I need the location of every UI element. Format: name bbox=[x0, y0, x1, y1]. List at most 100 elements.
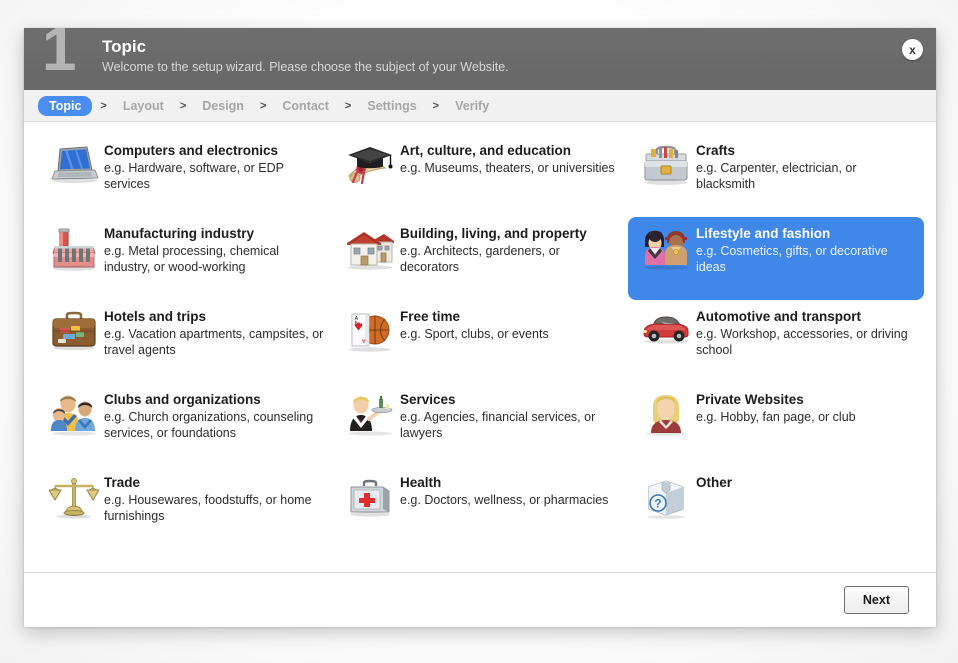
topic-card[interactable]: Building, living, and property e.g. Archi… bbox=[332, 217, 628, 300]
topic-text: Building, living, and property e.g. Archi… bbox=[398, 225, 620, 275]
topic-description: e.g. Metal processing, chemical industry… bbox=[104, 244, 280, 274]
topic-title: Health bbox=[400, 475, 442, 490]
topic-description: e.g. Cosmetics, gifts, or decorative ide… bbox=[696, 244, 888, 274]
topic-grid: Computers and electronics e.g. Hardware, … bbox=[36, 134, 924, 549]
topic-text: Services e.g. Agencies, financial service… bbox=[398, 391, 620, 441]
topic-description: e.g. Museums, theaters, or universities bbox=[400, 161, 615, 175]
topic-card[interactable]: Private Websites e.g. Hobby, fan page, or… bbox=[628, 383, 924, 466]
scales-balance-icon bbox=[46, 474, 102, 528]
breadcrumb-step-settings[interactable]: Settings bbox=[359, 97, 424, 115]
houses-icon bbox=[342, 225, 398, 279]
topic-card[interactable]: Services e.g. Agencies, financial service… bbox=[332, 383, 628, 466]
topic-text: Health e.g. Doctors, wellness, or pharmac… bbox=[398, 474, 620, 508]
close-button[interactable]: x bbox=[902, 39, 923, 60]
topic-text: Manufacturing industry e.g. Metal process… bbox=[102, 225, 324, 275]
breadcrumb-step-topic[interactable]: Topic bbox=[38, 95, 93, 116]
topic-description: e.g. Workshop, accessories, or driving s… bbox=[696, 327, 908, 357]
topic-list-body: Computers and electronics e.g. Hardware, … bbox=[24, 122, 936, 572]
topic-title: Automotive and transport bbox=[696, 309, 862, 324]
svg-text:?: ? bbox=[654, 499, 661, 511]
topic-description: e.g. Church organizations, counseling se… bbox=[104, 410, 314, 440]
topic-text: Art, culture, and education e.g. Museums,… bbox=[398, 142, 620, 176]
topic-description: e.g. Carpenter, electrician, or blacksmi… bbox=[696, 161, 857, 191]
svg-text:A: A bbox=[362, 337, 366, 343]
topic-card[interactable]: Computers and electronics e.g. Hardware, … bbox=[36, 134, 332, 217]
topic-card[interactable]: Hotels and trips e.g. Vacation apartments… bbox=[36, 300, 332, 383]
topic-card[interactable]: Health e.g. Doctors, wellness, or pharmac… bbox=[332, 466, 628, 549]
topic-card[interactable]: A ♦ A Free time e.g. Sport, clubs, or eve… bbox=[332, 300, 628, 383]
topic-title: Private Websites bbox=[696, 392, 804, 407]
topic-description: e.g. Agencies, financial services, or la… bbox=[400, 410, 596, 440]
graduation-cap-diploma-icon bbox=[342, 142, 398, 196]
woman-portrait-icon bbox=[638, 391, 694, 445]
topic-title: Hotels and trips bbox=[104, 309, 207, 324]
playing-card-basketball-icon: A ♦ A bbox=[342, 308, 398, 362]
topic-card[interactable]: Clubs and organizations e.g. Church organ… bbox=[36, 383, 332, 466]
dialog-titlebar: 1 Topic Welcome to the setup wizard. Ple… bbox=[24, 28, 936, 90]
page-title: Topic bbox=[102, 37, 147, 56]
toolbox-icon bbox=[638, 142, 694, 196]
breadcrumb-step-layout[interactable]: Layout bbox=[115, 97, 172, 115]
topic-card[interactable]: Manufacturing industry e.g. Metal process… bbox=[36, 217, 332, 300]
topic-title: Services bbox=[400, 392, 456, 407]
suitcase-icon bbox=[46, 308, 102, 362]
topic-card[interactable]: ? Other bbox=[628, 466, 924, 549]
breadcrumb-separator: > bbox=[432, 99, 440, 112]
topic-text: Lifestyle and fashion e.g. Cosmetics, gif… bbox=[694, 225, 916, 275]
topic-description: e.g. Vacation apartments, campsites, or … bbox=[104, 327, 324, 357]
group-of-people-icon bbox=[46, 391, 102, 445]
breadcrumb-separator: > bbox=[179, 99, 187, 112]
topic-title: Free time bbox=[400, 309, 461, 324]
question-box-icon: ? bbox=[638, 474, 694, 528]
car-icon bbox=[638, 308, 694, 362]
topic-card[interactable]: Trade e.g. Housewares, foodstuffs, or hom… bbox=[36, 466, 332, 549]
topic-description: e.g. Housewares, foodstuffs, or home fur… bbox=[104, 493, 312, 523]
topic-title: Crafts bbox=[696, 143, 736, 158]
topic-title: Other bbox=[696, 475, 733, 490]
topic-title: Computers and electronics bbox=[104, 143, 279, 158]
close-icon: x bbox=[909, 42, 916, 57]
svg-text:♦: ♦ bbox=[355, 320, 358, 326]
breadcrumb: Topic > Layout > Design > Contact > Settings > Ver… bbox=[24, 90, 936, 122]
topic-title: Manufacturing industry bbox=[104, 226, 255, 241]
first-aid-kit-icon bbox=[342, 474, 398, 528]
breadcrumb-separator: > bbox=[344, 99, 352, 112]
two-people-fashion-icon bbox=[638, 225, 694, 279]
dialog-footer: Next bbox=[24, 572, 936, 627]
factory-icon bbox=[46, 225, 102, 279]
topic-card[interactable]: Automotive and transport e.g. Workshop, a… bbox=[628, 300, 924, 383]
topic-text: Automotive and transport e.g. Workshop, a… bbox=[694, 308, 916, 358]
step-number: 1 bbox=[42, 28, 77, 84]
topic-text: Free time e.g. Sport, clubs, or events bbox=[398, 308, 620, 342]
titlebar-text: Topic Welcome to the setup wizard. Pleas… bbox=[102, 37, 509, 75]
topic-description: e.g. Hardware, software, or EDP services bbox=[104, 161, 284, 191]
breadcrumb-step-contact[interactable]: Contact bbox=[274, 97, 337, 115]
topic-description: e.g. Hobby, fan page, or club bbox=[696, 410, 856, 424]
topic-text: Trade e.g. Housewares, foodstuffs, or hom… bbox=[102, 474, 324, 524]
topic-description: e.g. Sport, clubs, or events bbox=[400, 327, 549, 341]
topic-title: Trade bbox=[104, 475, 141, 490]
topic-title: Building, living, and property bbox=[400, 226, 587, 241]
topic-text: Clubs and organizations e.g. Church organ… bbox=[102, 391, 324, 441]
setup-wizard-dialog: 1 Topic Welcome to the setup wizard. Ple… bbox=[24, 28, 936, 627]
breadcrumb-separator: > bbox=[100, 99, 107, 112]
laptop-icon bbox=[46, 142, 102, 196]
topic-title: Art, culture, and education bbox=[400, 143, 572, 158]
page-subtitle: Welcome to the setup wizard. Please choo… bbox=[102, 60, 509, 74]
topic-text: Computers and electronics e.g. Hardware, … bbox=[102, 142, 324, 192]
waiter-icon bbox=[342, 391, 398, 445]
next-button[interactable]: Next bbox=[843, 586, 909, 614]
screen-root: 1 Topic Welcome to the setup wizard. Ple… bbox=[0, 0, 958, 663]
breadcrumb-step-verify[interactable]: Verify bbox=[447, 97, 497, 115]
topic-text: Hotels and trips e.g. Vacation apartments… bbox=[102, 308, 324, 358]
topic-card[interactable]: Crafts e.g. Carpenter, electrician, or bl… bbox=[628, 134, 924, 217]
topic-title: Lifestyle and fashion bbox=[696, 226, 831, 241]
breadcrumb-step-design[interactable]: Design bbox=[194, 97, 252, 115]
topic-card[interactable]: Art, culture, and education e.g. Museums,… bbox=[332, 134, 628, 217]
breadcrumb-separator: > bbox=[259, 99, 267, 112]
topic-description: e.g. Doctors, wellness, or pharmacies bbox=[400, 493, 609, 507]
topic-card[interactable]: Lifestyle and fashion e.g. Cosmetics, gif… bbox=[628, 217, 924, 300]
topic-text: Private Websites e.g. Hobby, fan page, or… bbox=[694, 391, 916, 425]
topic-description: e.g. Architects, gardeners, or decorator… bbox=[400, 244, 560, 274]
topic-text: Other bbox=[694, 474, 916, 492]
